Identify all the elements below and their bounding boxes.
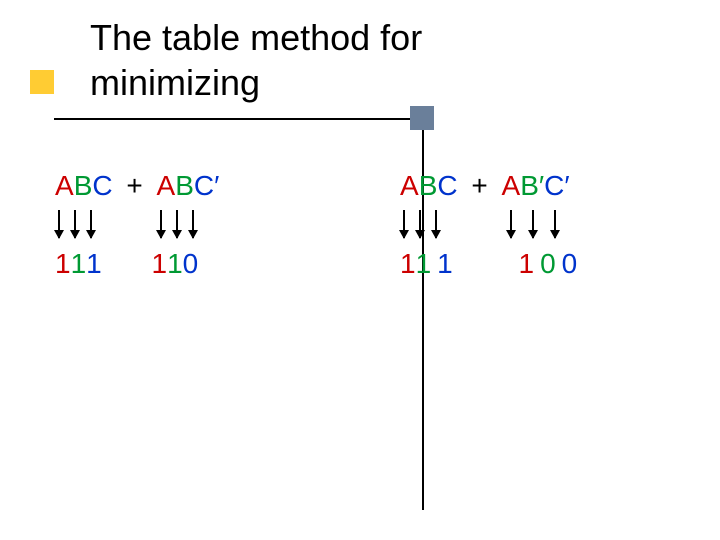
arrow-down-icon <box>90 210 92 238</box>
arrow-down-icon <box>192 210 194 238</box>
bit-b: 1 <box>167 248 183 280</box>
var-a: A <box>157 170 176 201</box>
var-b: B <box>175 170 194 201</box>
accent-square-left <box>30 70 54 94</box>
bit-a: 1 <box>152 248 168 280</box>
bits-110: 110 <box>152 248 199 280</box>
slide-title: The table method for minimizing <box>90 15 422 105</box>
var-b: B <box>419 170 438 201</box>
accent-square-right <box>410 106 434 130</box>
bit-a: 1 <box>400 248 416 280</box>
term-abprimecprime: AB′C′ <box>502 170 570 202</box>
title-line-2: minimizing <box>90 60 422 105</box>
arrow-down-icon <box>160 210 162 238</box>
arrow-down-icon <box>510 210 512 238</box>
plus-sign: + <box>471 170 487 201</box>
bit-c: 1 <box>86 248 102 280</box>
term-abcprime: ABC′ <box>157 170 220 202</box>
term-abc: ABC <box>55 170 113 202</box>
term-abc: ABC <box>400 170 458 202</box>
var-a: A <box>502 170 521 201</box>
arrow-down-icon <box>58 210 60 238</box>
arrows-right-term1 <box>403 210 437 238</box>
arrow-down-icon <box>554 210 556 238</box>
expression-right: ABC + AB′C′ <box>400 170 570 202</box>
arrow-down-icon <box>435 210 437 238</box>
bit-c: 0 <box>562 248 578 280</box>
bit-b: 1 <box>71 248 87 280</box>
arrow-down-icon <box>532 210 534 238</box>
arrow-down-icon <box>74 210 76 238</box>
var-b: B <box>74 170 93 201</box>
bit-b: 1 <box>416 248 432 280</box>
var-c: C <box>437 170 457 201</box>
var-a: A <box>400 170 419 201</box>
arrows-left-term1 <box>58 210 92 238</box>
bits-111: 111 <box>55 248 102 280</box>
bit-b: 0 <box>540 248 556 280</box>
bit-a: 1 <box>519 248 535 280</box>
arrows-right-term2 <box>510 210 556 238</box>
bits-right: 111 100 <box>400 248 577 280</box>
bit-c: 1 <box>437 248 453 280</box>
plus-sign: + <box>126 170 142 201</box>
arrow-down-icon <box>419 210 421 238</box>
bits-111: 111 <box>400 248 453 280</box>
bit-a: 1 <box>55 248 71 280</box>
horizontal-rule <box>54 118 410 120</box>
var-c: C <box>92 170 112 201</box>
bits-left: 111 110 <box>55 248 198 280</box>
arrow-down-icon <box>176 210 178 238</box>
arrows-left-term2 <box>160 210 194 238</box>
arrow-down-icon <box>403 210 405 238</box>
bits-100: 100 <box>519 248 578 280</box>
title-line-1: The table method for <box>90 15 422 60</box>
var-cprime: C′ <box>194 170 219 201</box>
expression-left: ABC + ABC′ <box>55 170 219 202</box>
bit-c: 0 <box>183 248 199 280</box>
var-bprime: B′ <box>520 170 544 201</box>
var-cprime: C′ <box>544 170 569 201</box>
var-a: A <box>55 170 74 201</box>
